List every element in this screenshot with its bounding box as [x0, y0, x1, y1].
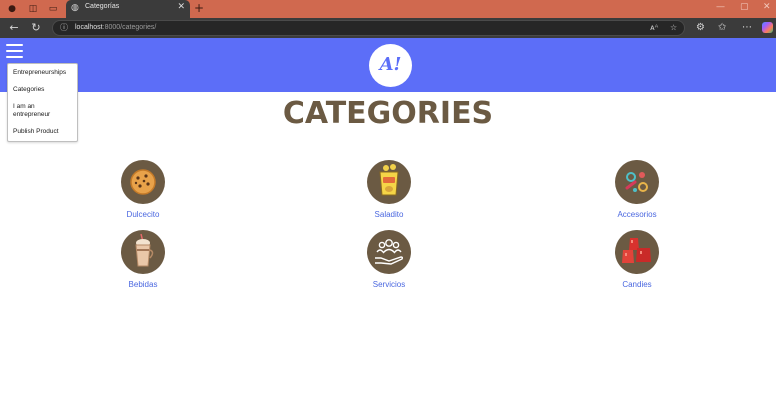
read-aloud-icon[interactable]: ᴀᴬ [650, 23, 658, 32]
cookie-icon[interactable] [121, 160, 165, 204]
accessories-icon[interactable] [615, 160, 659, 204]
favorite-star-icon[interactable]: ☆ [670, 23, 677, 32]
category-label[interactable]: Bebidas [88, 280, 198, 289]
reload-icon[interactable]: ↻ [29, 21, 43, 35]
category-label[interactable]: Servicios [334, 280, 444, 289]
new-tab-button[interactable]: + [194, 1, 204, 15]
profile-avatar-icon[interactable]: ● [6, 3, 18, 15]
logo-text: A! [379, 54, 402, 75]
milkshake-icon[interactable] [121, 230, 165, 274]
minimize-icon[interactable]: — [716, 2, 725, 12]
tab-categorias[interactable]: ◍ Categorías ✕ [66, 0, 190, 18]
tab-title: Categorías [85, 3, 120, 10]
site-logo[interactable]: A! [369, 44, 412, 87]
workspaces-icon[interactable]: ◫ [27, 3, 39, 15]
tab-actions-icon[interactable]: ▭ [47, 3, 59, 15]
close-window-icon[interactable]: ✕ [763, 2, 771, 12]
close-tab-icon[interactable]: ✕ [177, 2, 185, 12]
more-options-icon[interactable]: ⋯ [742, 21, 752, 35]
address-bar[interactable]: ⓘ localhost:8000/categories/ ᴀᴬ ☆ [52, 20, 685, 36]
hamburger-menu-icon[interactable] [6, 44, 23, 58]
site-header: A! [0, 38, 776, 92]
web-page: A! Entrepreneurships Categories I am an … [0, 38, 776, 411]
url-text: localhost:8000/categories/ [75, 24, 157, 31]
chips-bag-icon[interactable] [367, 160, 411, 204]
back-icon[interactable]: ← [7, 21, 21, 35]
category-label[interactable]: Saladito [334, 210, 444, 219]
browser-toolbar: ← ↻ ⓘ localhost:8000/categories/ ᴀᴬ ☆ ⚙ … [0, 18, 776, 38]
copilot-icon[interactable] [762, 22, 773, 33]
extensions-icon[interactable]: ⚙ [696, 21, 705, 35]
globe-icon: ◍ [71, 3, 79, 13]
browser-tab-bar: ● ◫ ▭ ◍ Categorías ✕ + — ▢ ✕ [0, 0, 776, 18]
gummy-candies-icon[interactable] [615, 230, 659, 274]
people-hand-icon[interactable] [367, 230, 411, 274]
category-label[interactable]: Accesorios [582, 210, 692, 219]
page-title: CATEGORIES [282, 96, 494, 131]
maximize-icon[interactable]: ▢ [740, 2, 749, 12]
category-label[interactable]: Dulcecito [88, 210, 198, 219]
site-info-icon[interactable]: ⓘ [60, 22, 68, 33]
menu-item-entrepreneurships[interactable]: Entrepreneurships [13, 69, 66, 77]
category-label[interactable]: Candies [582, 280, 692, 289]
menu-item-categories[interactable]: Categories [13, 86, 44, 94]
favorites-icon[interactable]: ✩ [718, 21, 726, 35]
